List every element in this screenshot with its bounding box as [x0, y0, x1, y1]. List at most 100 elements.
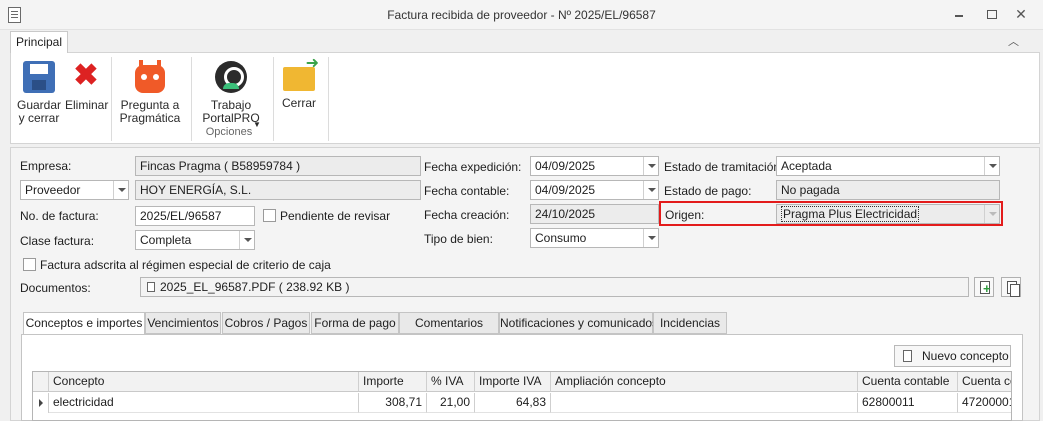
- separator: [328, 57, 329, 141]
- tab-comentarios[interactable]: Comentarios: [399, 312, 499, 334]
- estado-pago-label: Estado de pago:: [664, 184, 752, 198]
- save-close-label: Guardar y cerrar: [16, 98, 62, 125]
- separator: [111, 57, 112, 141]
- robot-icon: [135, 60, 165, 93]
- delete-button[interactable]: ✖ Eliminar: [65, 57, 109, 112]
- delete-label: Eliminar: [65, 98, 109, 112]
- estado-pago-field: No pagada: [776, 180, 1000, 200]
- close-button[interactable]: Cerrar: [277, 57, 321, 110]
- column-header-importe[interactable]: Importe: [359, 372, 427, 392]
- clase-factura-label: Clase factura:: [20, 234, 95, 248]
- tab-notificaciones[interactable]: Notificaciones y comunicados: [499, 312, 658, 334]
- fecha-creacion-field: 24/10/2025: [530, 204, 659, 224]
- cell-cuenta-contable[interactable]: 62800011: [858, 393, 958, 413]
- chevron-down-icon[interactable]: [643, 181, 658, 199]
- add-document-button[interactable]: [974, 277, 994, 297]
- documento-value: 2025_EL_96587.PDF ( 238.92 KB ): [160, 280, 350, 294]
- column-header-concepto[interactable]: Concepto: [49, 372, 359, 392]
- tipo-bien-select[interactable]: Consumo: [530, 228, 659, 248]
- column-header-cuenta-contable[interactable]: Cuenta contable: [858, 372, 958, 392]
- close-label: Cerrar: [281, 96, 316, 110]
- column-header-cuenta-co[interactable]: Cuenta co: [958, 372, 1011, 392]
- delete-x-icon: ✖: [73, 59, 99, 92]
- chevron-down-icon[interactable]: [239, 231, 254, 249]
- tab-principal[interactable]: Principal: [10, 31, 68, 53]
- estado-tramitacion-value: Aceptada: [781, 159, 832, 173]
- documentos-label: Documentos:: [20, 281, 91, 295]
- proveedor-field[interactable]: HOY ENERGÍA, S.L.: [135, 180, 421, 200]
- clase-factura-select[interactable]: Completa: [135, 230, 255, 250]
- origen-label: Origen:: [665, 208, 705, 222]
- nuevo-concepto-button[interactable]: Nuevo concepto: [894, 345, 1011, 367]
- tab-incidencias[interactable]: Incidencias: [653, 312, 727, 334]
- title-bar: Factura recibida de proveedor - Nº 2025/…: [0, 0, 1043, 30]
- fecha-contable-value: 04/09/2025: [535, 183, 596, 197]
- row-indicator-icon[interactable]: [33, 393, 49, 413]
- cell-ampliacion[interactable]: [551, 393, 858, 413]
- window-title: Factura recibida de proveedor - Nº 2025/…: [387, 8, 656, 22]
- documento-field[interactable]: 2025_EL_96587.PDF ( 238.92 KB ): [140, 277, 969, 297]
- collapse-ribbon-icon[interactable]: ︿: [1008, 33, 1019, 49]
- save-close-button[interactable]: Guardar y cerrar: [15, 57, 63, 125]
- new-document-icon: [903, 350, 912, 362]
- group-label-opciones: Opciones: [205, 126, 253, 138]
- fecha-expedicion-label: Fecha expedición:: [424, 160, 522, 174]
- empresa-field[interactable]: Fincas Pragma ( B58959784 ): [135, 156, 421, 176]
- fecha-contable-input[interactable]: 04/09/2025: [530, 180, 659, 200]
- origen-select[interactable]: Pragma Plus Electricidad: [776, 204, 1000, 224]
- criterio-caja-checkbox[interactable]: [23, 258, 36, 271]
- chevron-down-icon[interactable]: [643, 157, 658, 175]
- trabajo-portalpro-button[interactable]: Trabajo PortalPRO ▼: [195, 57, 267, 129]
- estado-tramitacion-select[interactable]: Aceptada: [776, 156, 1000, 176]
- clase-factura-value: Completa: [140, 233, 192, 247]
- tab-forma-pago[interactable]: Forma de pago: [311, 312, 399, 334]
- conceptos-grid: Concepto Importe % IVA Importe IVA Ampli…: [32, 371, 1012, 421]
- ask-pragmatica-label: Pregunta a Pragmática: [119, 98, 181, 125]
- fecha-contable-label: Fecha contable:: [424, 184, 510, 198]
- nuevo-concepto-label: Nuevo concepto: [922, 349, 1009, 363]
- tipo-bien-value: Consumo: [535, 231, 587, 245]
- pendiente-revisar-label: Pendiente de revisar: [280, 209, 391, 223]
- tipo-tercero-value: Proveedor: [25, 183, 81, 197]
- tipo-tercero-select[interactable]: Proveedor: [20, 180, 129, 200]
- cell-importe-iva[interactable]: 64,83: [475, 393, 551, 413]
- chevron-down-icon[interactable]: [984, 157, 999, 175]
- cell-iva[interactable]: 21,00: [427, 393, 475, 413]
- no-factura-label: No. de factura:: [20, 209, 99, 223]
- separator: [273, 57, 274, 141]
- criterio-caja-label: Factura adscrita al régimen especial de …: [40, 258, 331, 272]
- tab-vencimientos[interactable]: Vencimientos: [145, 312, 221, 334]
- column-header-ampliacion[interactable]: Ampliación concepto: [551, 372, 858, 392]
- grid-header-indicator: [33, 372, 49, 392]
- origen-value: Pragma Plus Electricidad: [781, 206, 920, 222]
- no-factura-input[interactable]: 2025/EL/96587: [135, 206, 255, 226]
- column-header-importe-iva[interactable]: Importe IVA: [475, 372, 551, 392]
- fecha-expedicion-input[interactable]: 04/09/2025: [530, 156, 659, 176]
- cell-importe[interactable]: 308,71: [359, 393, 427, 413]
- open-folder-icon: [283, 57, 319, 91]
- ask-pragmatica-button[interactable]: Pregunta a Pragmática: [117, 57, 183, 125]
- minimize-button[interactable]: [952, 7, 966, 21]
- portal-user-icon: [215, 61, 247, 93]
- tab-cobros-pagos[interactable]: Cobros / Pagos: [222, 312, 310, 334]
- chevron-down-icon[interactable]: [113, 181, 128, 199]
- empresa-label: Empresa:: [20, 159, 72, 173]
- chevron-down-icon: [984, 205, 999, 223]
- fecha-creacion-label: Fecha creación:: [424, 208, 510, 222]
- close-window-button[interactable]: ✕: [1014, 7, 1028, 21]
- fecha-expedicion-value: 04/09/2025: [535, 159, 596, 173]
- copy-document-button[interactable]: [1001, 277, 1021, 297]
- maximize-button[interactable]: [984, 7, 998, 21]
- estado-tramitacion-label: Estado de tramitación:: [664, 160, 784, 174]
- cell-cuenta-co[interactable]: 47200001: [958, 393, 1011, 413]
- trabajo-portalpro-label: Trabajo PortalPRO: [202, 98, 260, 125]
- pendiente-revisar-checkbox[interactable]: [263, 209, 276, 222]
- column-header-iva[interactable]: % IVA: [427, 372, 475, 392]
- tipo-bien-label: Tipo de bien:: [424, 232, 493, 246]
- ribbon: Guardar y cerrar ✖ Eliminar Pregunta a P…: [10, 52, 1040, 144]
- floppy-disk-icon: [23, 61, 55, 93]
- cell-concepto[interactable]: electricidad: [49, 393, 359, 413]
- file-icon: [147, 282, 155, 292]
- tab-conceptos-importes[interactable]: Conceptos e importes: [23, 312, 145, 335]
- chevron-down-icon[interactable]: [643, 229, 658, 247]
